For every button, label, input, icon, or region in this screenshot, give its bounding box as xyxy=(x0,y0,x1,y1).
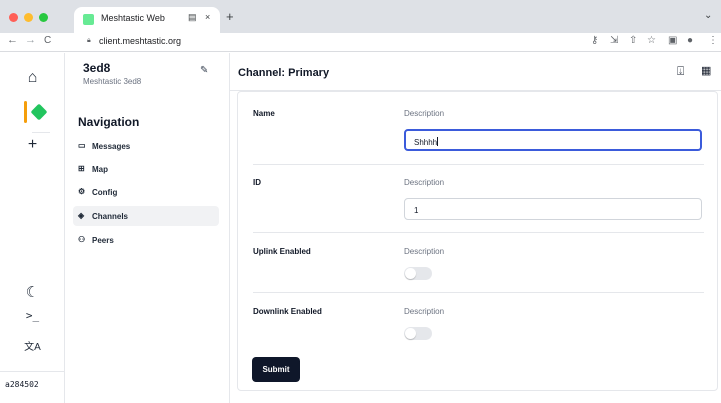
field-divider xyxy=(253,164,704,165)
settings-icon: ⚙ xyxy=(78,187,86,196)
forward-button[interactable]: → xyxy=(25,34,36,46)
field-label-uplink: Uplink Enabled xyxy=(253,247,311,256)
toggle-knob xyxy=(405,268,416,279)
language-icon[interactable]: 文A xyxy=(0,338,65,353)
address-bar: ← → C 🔒︎ client.meshtastic.org ⚷ ⇲ ⇧ ☆ ▣… xyxy=(0,33,721,52)
message-icon: ▭ xyxy=(78,141,86,150)
sidebar-item-channels[interactable]: ◈ Channels xyxy=(73,206,219,226)
install-icon[interactable]: ⇲ xyxy=(610,35,618,46)
window-minimize-button[interactable] xyxy=(24,13,33,22)
navigation-sidebar: 3ed8 Meshtastic 3ed8 ✎ Navigation ▭ Mess… xyxy=(65,53,230,403)
window-zoom-button[interactable] xyxy=(39,13,48,22)
field-label-downlink: Downlink Enabled xyxy=(253,307,322,316)
sidebar-icon[interactable]: ▣ xyxy=(668,35,677,46)
name-input-value: Shhhh xyxy=(414,138,438,147)
meshtastic-favicon-icon xyxy=(83,14,94,25)
device-subtitle: Meshtastic 3ed8 xyxy=(83,77,142,86)
star-icon[interactable]: ☆ xyxy=(647,35,656,46)
key-icon[interactable]: ⚷ xyxy=(591,35,598,46)
device-name: 3ed8 xyxy=(83,61,111,75)
sidebar-item-peers[interactable]: ⚇ Peers xyxy=(73,230,219,250)
share-icon[interactable]: ⇧ xyxy=(629,35,637,46)
profile-icon[interactable]: ● xyxy=(687,35,693,46)
page-title: Channel: Primary xyxy=(238,67,330,79)
new-tab-button[interactable]: + xyxy=(226,9,234,24)
qr-code-icon[interactable]: ▦ xyxy=(701,64,711,77)
active-device-indicator xyxy=(24,101,27,123)
tab-search-icon[interactable]: ⌄ xyxy=(704,10,712,21)
tab-title: Meshtastic Web xyxy=(101,13,165,23)
sidebar-item-label: Peers xyxy=(92,236,114,245)
lock-icon: 🔒︎ xyxy=(87,37,91,44)
channel-form: Name Description Shhhh ID Description 1 … xyxy=(237,91,718,391)
sidebar-item-label: Config xyxy=(92,188,118,197)
browser-tab[interactable]: Meshtastic Web ▤ × xyxy=(74,7,220,33)
add-device-icon[interactable]: + xyxy=(0,136,65,154)
field-label-id: ID xyxy=(253,178,261,187)
home-icon[interactable]: ⌂ xyxy=(0,69,65,87)
layers-icon: ◈ xyxy=(78,211,85,220)
downlink-toggle[interactable] xyxy=(404,327,432,340)
edit-device-icon[interactable]: ✎ xyxy=(200,65,208,76)
url-omnibox[interactable]: 🔒︎ client.meshtastic.org xyxy=(78,34,618,50)
field-divider xyxy=(253,232,704,233)
browser-tab-bar: Meshtastic Web ▤ × + ⌄ xyxy=(0,0,721,33)
reload-button[interactable]: C xyxy=(44,35,51,46)
field-description: Description xyxy=(404,178,445,187)
terminal-icon[interactable]: >_ xyxy=(0,309,65,322)
sidebar-item-label: Channels xyxy=(92,212,129,221)
toggle-knob xyxy=(405,328,416,339)
id-input-value: 1 xyxy=(414,206,419,215)
field-description: Description xyxy=(404,109,445,118)
nav-heading: Navigation xyxy=(78,115,140,129)
tab-close-icon[interactable]: × xyxy=(205,12,210,22)
submit-button[interactable]: Submit xyxy=(252,357,300,382)
id-input[interactable]: 1 xyxy=(404,198,702,220)
users-icon: ⚇ xyxy=(78,235,86,244)
sidebar-item-label: Map xyxy=(92,165,108,174)
field-description: Description xyxy=(404,247,445,256)
uplink-toggle[interactable] xyxy=(404,267,432,280)
rail-divider xyxy=(32,132,50,133)
back-button[interactable]: ← xyxy=(7,34,18,46)
field-divider xyxy=(253,292,704,293)
field-label-name: Name xyxy=(253,109,275,118)
node-device-icon[interactable] xyxy=(30,103,48,121)
main-header: Channel: Primary ⍗ ▦ xyxy=(230,53,721,91)
kebab-menu-icon[interactable]: ⋮ xyxy=(708,35,718,46)
sidebar-item-label: Messages xyxy=(92,142,131,151)
sidebar-item-messages[interactable]: ▭ Messages xyxy=(73,136,219,156)
device-rail: ⌂ + ☾ >_ 文A a284502 xyxy=(0,53,65,403)
tab-media-icon[interactable]: ▤ xyxy=(188,12,197,23)
name-input[interactable]: Shhhh xyxy=(404,129,702,151)
url-text[interactable]: client.meshtastic.org xyxy=(99,36,181,46)
theme-toggle-icon[interactable]: ☾ xyxy=(0,283,65,301)
sidebar-item-map[interactable]: ⊞ Map xyxy=(73,159,219,179)
import-icon[interactable]: ⍗ xyxy=(677,64,684,79)
field-description: Description xyxy=(404,307,445,316)
sidebar-item-config[interactable]: ⚙ Config xyxy=(73,182,219,202)
text-caret xyxy=(437,137,439,146)
node-id-label: a284502 xyxy=(0,371,64,401)
window-close-button[interactable] xyxy=(9,13,18,22)
map-icon: ⊞ xyxy=(78,164,85,173)
